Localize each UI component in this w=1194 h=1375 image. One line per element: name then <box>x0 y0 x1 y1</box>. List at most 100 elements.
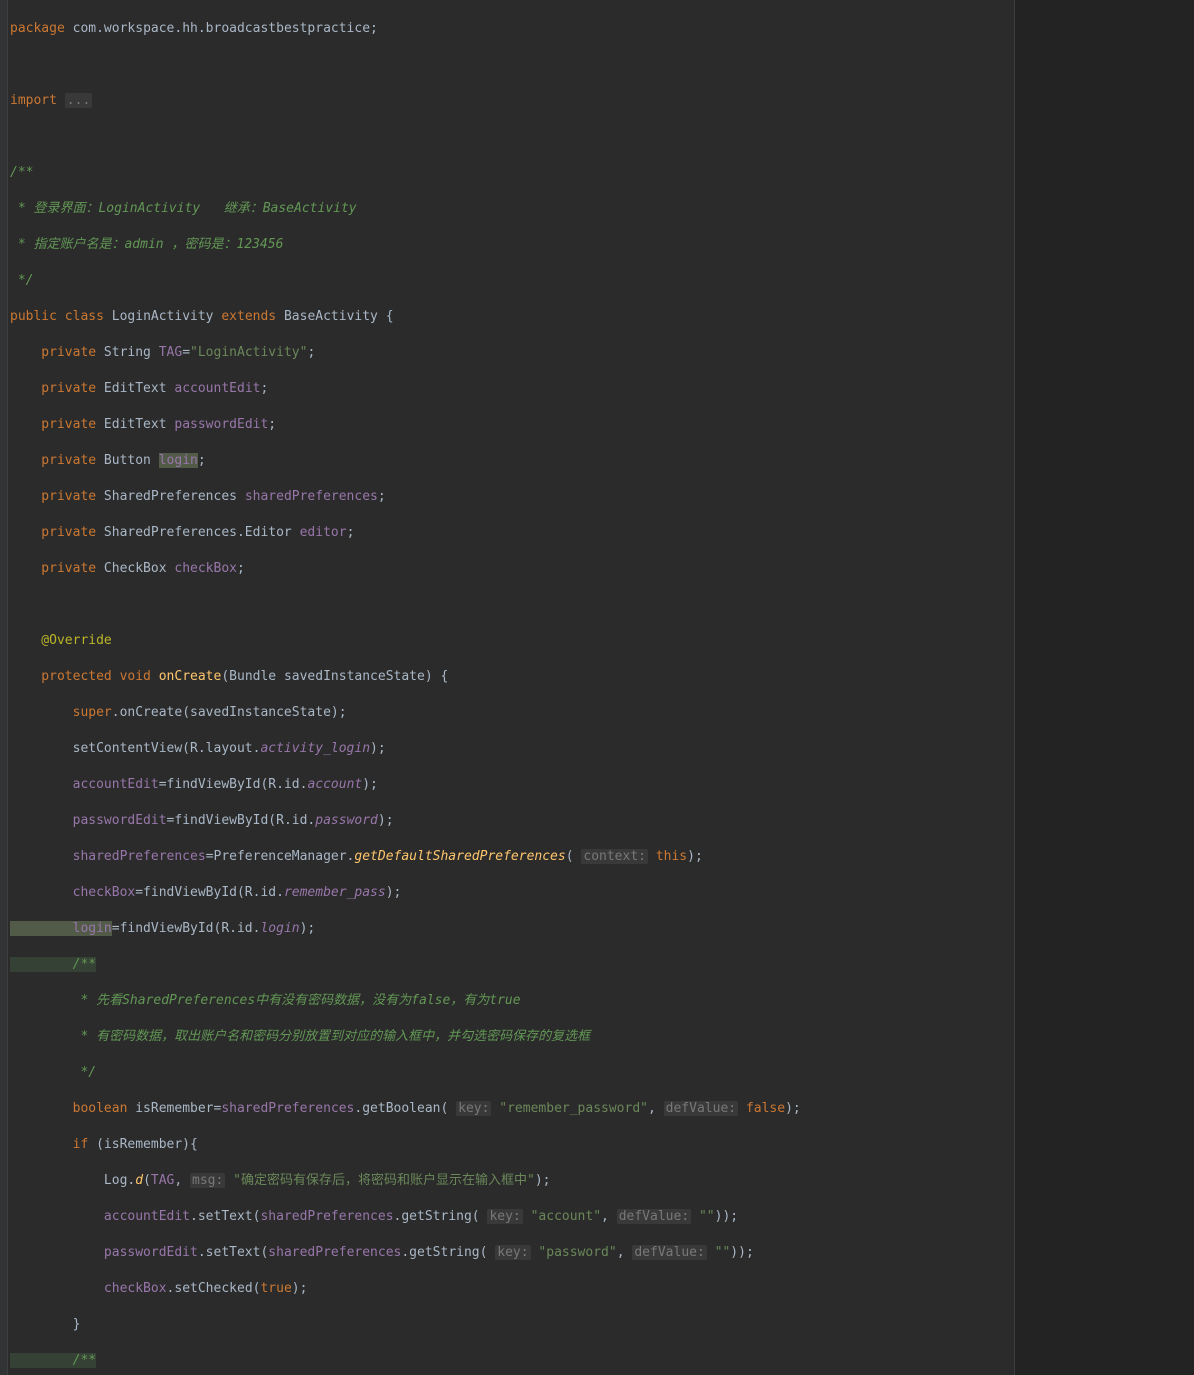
field: TAG <box>159 345 182 360</box>
private-keyword: private <box>10 417 104 432</box>
type: Button <box>104 453 159 468</box>
type: SharedPreferences.Editor <box>104 525 300 540</box>
resource-id: account <box>307 777 362 792</box>
type: CheckBox <box>104 561 174 576</box>
var: isRemember= <box>135 1101 221 1116</box>
semi: ; <box>198 453 206 468</box>
semi: ; <box>370 21 378 36</box>
field-ref: sharedPreferences <box>260 1209 393 1224</box>
field-ref: checkBox <box>10 1281 167 1296</box>
false-keyword: false <box>746 1101 785 1116</box>
string: "password" <box>538 1245 616 1260</box>
boolean-keyword: boolean <box>10 1101 135 1116</box>
call: setContentView(R.layout. <box>10 741 260 756</box>
call: =findViewById(R.id. <box>159 777 308 792</box>
import-fold[interactable]: ... <box>65 93 92 108</box>
field: sharedPreferences <box>245 489 378 504</box>
resource-id: login <box>260 921 299 936</box>
super-keyword: super <box>10 705 112 720</box>
field-ref: sharedPreferences <box>221 1101 354 1116</box>
call: =findViewById(R.id. <box>112 921 261 936</box>
public-keyword: public <box>10 309 65 324</box>
call: =findViewById(R.id. <box>167 813 316 828</box>
field: accountEdit <box>174 381 260 396</box>
protected-keyword: protected <box>10 669 120 684</box>
field-ref: passwordEdit <box>10 813 167 828</box>
call: .getString( <box>401 1245 495 1260</box>
field-highlighted: login <box>159 453 198 468</box>
javadoc-close: */ <box>10 1065 96 1080</box>
field-ref-highlighted: login <box>10 921 112 936</box>
class-name: LoginActivity <box>112 309 222 324</box>
javadoc-open: /** <box>10 1353 96 1368</box>
string: "account" <box>531 1209 601 1224</box>
class-keyword: class <box>65 309 112 324</box>
private-keyword: private <box>10 345 104 360</box>
open: ( <box>143 1173 151 1188</box>
param-hint: defValue: <box>664 1101 738 1116</box>
type: EditText <box>104 417 174 432</box>
javadoc-open: /** <box>10 165 33 180</box>
log-method: d <box>135 1173 143 1188</box>
open: ( <box>566 849 582 864</box>
code-editor[interactable]: package com.workspace.hh.broadcastbestpr… <box>8 0 1014 1375</box>
private-keyword: private <box>10 561 104 576</box>
true-keyword: true <box>260 1281 291 1296</box>
call: =findViewById(R.id. <box>135 885 284 900</box>
package-keyword: package <box>10 21 73 36</box>
params: (Bundle savedInstanceState) { <box>221 669 448 684</box>
javadoc-line: * 指定账户名是：admin ，密码是：123456 <box>10 237 283 252</box>
semi: ; <box>260 381 268 396</box>
semi: ; <box>268 417 276 432</box>
close: ); <box>378 813 394 828</box>
field-ref: sharedPreferences <box>10 849 206 864</box>
base-class: BaseActivity <box>284 309 386 324</box>
call: .setText( <box>190 1209 260 1224</box>
call: .getBoolean( <box>354 1101 456 1116</box>
field-ref: passwordEdit <box>10 1245 198 1260</box>
semi: ; <box>237 561 245 576</box>
annotation: @Override <box>10 633 112 648</box>
javadoc-open: /** <box>10 957 96 972</box>
string: "remember_password" <box>499 1101 648 1116</box>
close: ); <box>687 849 703 864</box>
private-keyword: private <box>10 381 104 396</box>
string: "LoginActivity" <box>190 345 307 360</box>
javadoc-line: * 先看SharedPreferences中有没有密码数据，没有为false，有… <box>10 993 521 1008</box>
call: .getString( <box>394 1209 488 1224</box>
string: "" <box>715 1245 731 1260</box>
close: )); <box>715 1209 738 1224</box>
brace: } <box>10 1317 80 1332</box>
field-ref: accountEdit <box>10 777 159 792</box>
private-keyword: private <box>10 489 104 504</box>
call: .setChecked( <box>167 1281 261 1296</box>
private-keyword: private <box>10 453 104 468</box>
static-method: getDefaultSharedPreferences <box>354 849 565 864</box>
private-keyword: private <box>10 525 104 540</box>
resource-id: password <box>315 813 378 828</box>
close: ); <box>785 1101 801 1116</box>
method: onCreate <box>159 669 222 684</box>
param-hint: key: <box>456 1101 491 1116</box>
close: ); <box>386 885 402 900</box>
field-ref: sharedPreferences <box>268 1245 401 1260</box>
param-hint: msg: <box>190 1173 225 1188</box>
javadoc-line: * 登录界面：LoginActivity 继承：BaseActivity <box>10 201 357 216</box>
eq: = <box>182 345 190 360</box>
tag-ref: TAG <box>151 1173 174 1188</box>
param-hint: key: <box>487 1209 522 1224</box>
log-call: Log. <box>10 1173 135 1188</box>
package-name: com.workspace.hh.broadcastbestpractice <box>73 21 370 36</box>
param-hint: key: <box>495 1245 530 1260</box>
this-keyword: this <box>656 849 687 864</box>
close: ); <box>370 741 386 756</box>
type: EditText <box>104 381 174 396</box>
javadoc-line: * 有密码数据，取出账户名和密码分别放置到对应的输入框中，并勾选密码保存的复选框 <box>10 1029 590 1044</box>
semi: ; <box>378 489 386 504</box>
field-ref: accountEdit <box>10 1209 190 1224</box>
field: passwordEdit <box>174 417 268 432</box>
javadoc-close: */ <box>10 273 33 288</box>
import-keyword: import <box>10 93 65 108</box>
field: checkBox <box>174 561 237 576</box>
call: .onCreate(savedInstanceState); <box>112 705 347 720</box>
